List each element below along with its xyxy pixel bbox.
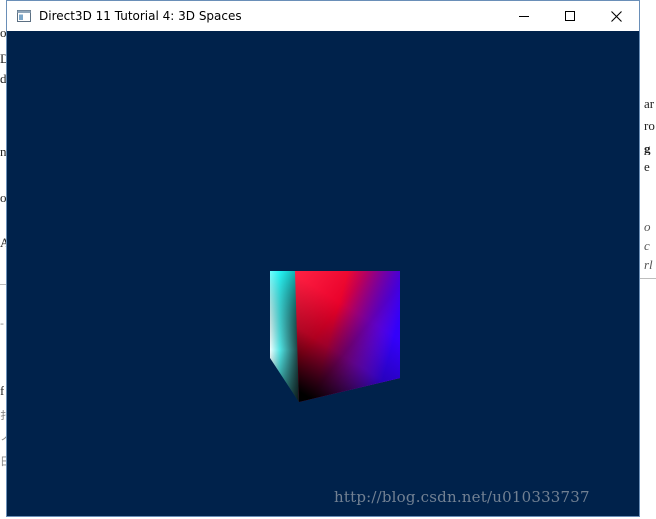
- bg-text-fragment: g: [644, 142, 651, 155]
- bg-text-fragment: c: [644, 239, 650, 252]
- close-button[interactable]: [593, 1, 639, 31]
- maximize-icon: [565, 11, 575, 21]
- cube-face-left: [270, 271, 299, 402]
- window-title: Direct3D 11 Tutorial 4: 3D Spaces: [39, 9, 242, 23]
- bg-divider: [640, 278, 656, 279]
- cube-face-front: [295, 271, 400, 402]
- bg-text-fragment: -: [0, 318, 4, 329]
- watermark: http://blog.csdn.net/u010333737: [334, 488, 590, 506]
- bg-text-fragment: o: [644, 220, 651, 233]
- render-viewport[interactable]: [7, 31, 639, 516]
- minimize-icon: [519, 16, 529, 17]
- maximize-button[interactable]: [547, 1, 593, 31]
- bg-text-fragment: ro: [644, 119, 655, 132]
- bg-text-fragment: ar: [644, 97, 655, 110]
- app-window: Direct3D 11 Tutorial 4: 3D Spaces: [6, 0, 640, 517]
- bg-text-fragment: f: [0, 384, 5, 397]
- minimize-button[interactable]: [501, 1, 547, 31]
- rotating-cube: [270, 271, 400, 402]
- close-icon: [610, 10, 622, 22]
- caption-buttons: [501, 1, 639, 31]
- bg-text-fragment: rl: [644, 258, 653, 271]
- title-bar[interactable]: Direct3D 11 Tutorial 4: 3D Spaces: [7, 1, 639, 31]
- app-window-icon[interactable]: [15, 9, 33, 23]
- bg-text-fragment: e: [644, 160, 650, 173]
